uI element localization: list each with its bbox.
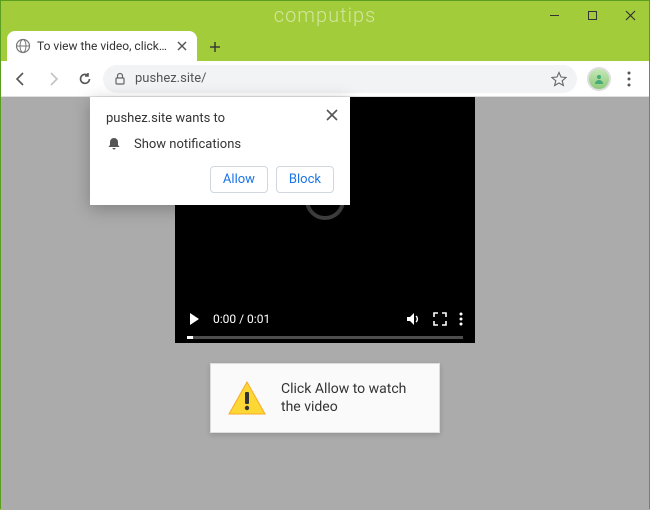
notification-permission-popup: pushez.site wants to Show notifications … xyxy=(90,97,350,205)
maximize-button[interactable] xyxy=(573,1,611,29)
tab-strip: To view the video, click the Allow xyxy=(1,29,649,61)
allow-instruction-card: Click Allow to watch the video xyxy=(210,363,440,433)
close-popup-button[interactable] xyxy=(324,107,340,123)
allow-button[interactable]: Allow xyxy=(210,166,268,193)
url-text: pushez.site/ xyxy=(135,71,543,86)
permission-row: Show notifications xyxy=(106,136,334,152)
fullscreen-button[interactable] xyxy=(433,312,447,326)
browser-tab[interactable]: To view the video, click the Allow xyxy=(7,31,197,61)
permission-label: Show notifications xyxy=(134,137,241,152)
volume-button[interactable] xyxy=(405,311,421,327)
new-tab-button[interactable] xyxy=(201,33,229,61)
bell-icon xyxy=(106,136,122,152)
menu-button[interactable] xyxy=(615,65,643,93)
bookmark-star-icon[interactable] xyxy=(551,71,567,87)
video-time: 0:00 / 0:01 xyxy=(213,312,270,326)
watermark-text: computips xyxy=(274,3,377,27)
minimize-button[interactable] xyxy=(535,1,573,29)
popup-actions: Allow Block xyxy=(106,166,334,193)
window-controls xyxy=(535,1,649,29)
video-progress-track[interactable] xyxy=(187,336,463,339)
profile-avatar[interactable] xyxy=(587,67,611,91)
address-bar[interactable]: pushez.site/ xyxy=(103,65,577,93)
video-menu-button[interactable] xyxy=(459,312,463,326)
lock-icon xyxy=(113,72,127,86)
browser-toolbar: pushez.site/ xyxy=(1,61,649,97)
forward-button[interactable] xyxy=(39,65,67,93)
warning-icon xyxy=(227,378,267,418)
page-content: 0:00 / 0:01 Click Allow to watch the vid… xyxy=(1,97,649,510)
globe-icon xyxy=(15,38,31,54)
allow-instruction-text: Click Allow to watch the video xyxy=(281,380,423,416)
block-button[interactable]: Block xyxy=(276,166,334,193)
close-tab-icon[interactable] xyxy=(175,39,189,53)
play-button[interactable] xyxy=(187,312,201,326)
back-button[interactable] xyxy=(7,65,35,93)
tab-title: To view the video, click the Allow xyxy=(37,39,169,53)
video-progress-fill xyxy=(187,336,193,339)
window-title-bar: computips xyxy=(1,1,649,29)
reload-button[interactable] xyxy=(71,65,99,93)
close-window-button[interactable] xyxy=(611,1,649,29)
notification-prompt-text: pushez.site wants to xyxy=(106,111,334,126)
